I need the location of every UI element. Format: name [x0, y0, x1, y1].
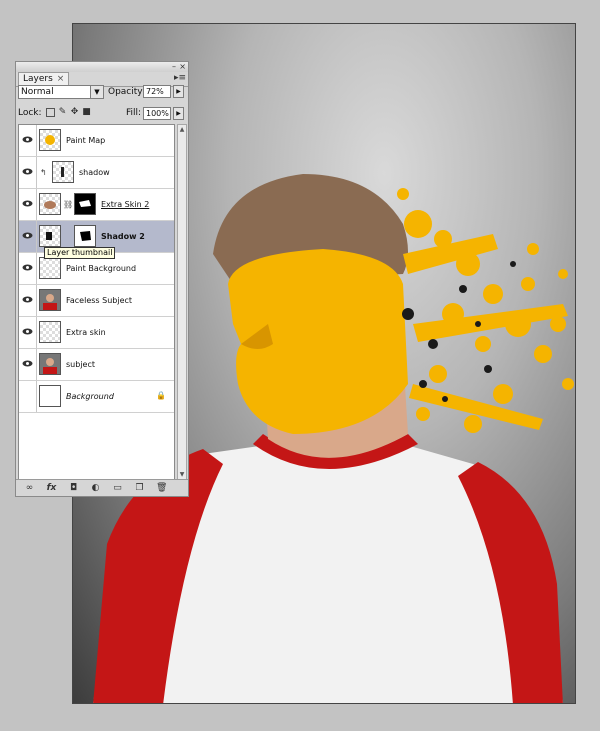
visibility-toggle[interactable] [19, 349, 37, 380]
close-icon[interactable]: × [179, 62, 186, 71]
scroll-up-icon[interactable]: ▲ [178, 125, 186, 134]
lock-all-icon[interactable]: ■ [82, 108, 91, 117]
portrait-thumb-icon [43, 294, 57, 310]
layer-thumbnail[interactable] [39, 289, 61, 311]
layer-row[interactable]: ↰ shadow [19, 157, 174, 189]
layer-thumbnail[interactable] [39, 385, 61, 407]
blend-mode-value: Normal [21, 87, 54, 97]
shadow-thumb-icon [61, 167, 64, 177]
layer-name[interactable]: Extra skin [66, 327, 106, 338]
panel-titlebar[interactable]: – × [16, 62, 188, 72]
lock-image-icon[interactable]: ✎ [58, 108, 67, 117]
shadow-thumb-icon [46, 232, 52, 240]
tooltip: Layer thumbnail [44, 247, 116, 259]
layer-name[interactable]: shadow [79, 167, 110, 178]
skin-thumb-icon [44, 201, 56, 209]
fill-arrow-icon[interactable]: ▶ [173, 107, 184, 120]
layer-list-scrollbar[interactable]: ▲ ▼ [177, 124, 187, 480]
layer-thumbnail[interactable] [39, 193, 61, 215]
layer-name[interactable]: Faceless Subject [66, 295, 132, 306]
layer-row[interactable]: Background 🔒 [19, 381, 174, 413]
visibility-toggle[interactable] [19, 285, 37, 316]
blend-mode-select[interactable]: Normal ▼ [18, 85, 104, 99]
layer-name[interactable]: Paint Background [66, 263, 136, 274]
lock-row: Lock: ✎ ✥ ■ Fill: 100% ▶ [18, 106, 186, 122]
paint-splat-icon [45, 135, 55, 145]
lock-position-icon[interactable]: ✥ [70, 108, 79, 117]
eye-icon[interactable] [22, 328, 33, 335]
eye-icon[interactable] [22, 264, 33, 271]
tab-close-icon[interactable]: × [57, 74, 65, 84]
layer-row[interactable]: ⛓ Extra Skin 2 [19, 189, 174, 221]
link-icon[interactable]: ⛓ [63, 200, 73, 209]
portrait-thumb-icon [43, 358, 57, 374]
layer-thumbnail[interactable] [39, 257, 61, 279]
lock-label: Lock: [18, 108, 42, 118]
eye-icon[interactable] [22, 168, 33, 175]
lock-transparency-icon[interactable] [46, 108, 55, 117]
visibility-toggle[interactable] [19, 381, 37, 412]
layer-row[interactable]: Extra skin [19, 317, 174, 349]
new-layer-icon[interactable]: ❐ [134, 483, 145, 493]
layer-thumbnail[interactable] [52, 161, 74, 183]
tab-layers-label: Layers [23, 74, 53, 84]
layer-row[interactable]: Faceless Subject [19, 285, 174, 317]
panel-menu-icon[interactable]: ▸≡ [174, 72, 186, 84]
eye-icon[interactable] [22, 296, 33, 303]
visibility-toggle[interactable] [19, 189, 37, 220]
add-mask-icon[interactable]: ◘ [68, 483, 79, 493]
blend-row: Normal ▼ Opacity: 72% ▶ [18, 85, 186, 102]
mask-shape-icon [79, 200, 91, 207]
layers-panel: – × Layers × ▸≡ Normal ▼ Opacity: 72% ▶ L… [15, 61, 189, 497]
layer-name[interactable]: subject [66, 359, 95, 370]
chevron-down-icon[interactable]: ▼ [90, 86, 103, 98]
folder-icon[interactable]: ▭ [112, 483, 123, 493]
layer-thumbnail[interactable] [39, 225, 61, 247]
layer-row[interactable]: Paint Map [19, 125, 174, 157]
opacity-arrow-icon[interactable]: ▶ [173, 85, 184, 98]
eye-icon[interactable] [22, 360, 33, 367]
lock-icon: 🔒 [156, 391, 166, 400]
layer-mask-thumbnail[interactable] [74, 193, 96, 215]
panel-bottom-bar: ∞ fx ◘ ◐ ▭ ❐ 🗑 [16, 479, 188, 496]
layer-row[interactable]: subject [19, 349, 174, 381]
visibility-toggle[interactable] [19, 317, 37, 348]
minimize-icon[interactable]: – [172, 62, 176, 71]
layer-thumbnail[interactable] [39, 129, 61, 151]
layer-name[interactable]: Paint Map [66, 135, 105, 146]
eye-icon[interactable] [22, 232, 33, 239]
eye-icon[interactable] [22, 200, 33, 207]
clipping-arrow-icon: ↰ [40, 168, 47, 177]
layer-thumbnail[interactable] [39, 353, 61, 375]
layer-name[interactable]: Extra Skin 2 [101, 199, 149, 210]
visibility-toggle[interactable] [19, 157, 37, 188]
layer-name[interactable]: Background [66, 391, 114, 402]
fill-label: Fill: [126, 108, 142, 118]
visibility-toggle[interactable] [19, 253, 37, 284]
link-layers-icon[interactable]: ∞ [24, 483, 35, 493]
mask-shape-icon [80, 231, 91, 241]
opacity-field[interactable]: 72% [143, 85, 171, 98]
trash-icon[interactable]: 🗑 [156, 483, 167, 493]
adjustment-layer-icon[interactable]: ◐ [90, 483, 101, 493]
layer-mask-thumbnail[interactable] [74, 225, 96, 247]
eye-icon[interactable] [22, 136, 33, 143]
fill-field[interactable]: 100% [143, 107, 171, 120]
opacity-label: Opacity: [108, 87, 145, 97]
fx-icon[interactable]: fx [46, 483, 57, 493]
scroll-down-icon[interactable]: ▼ [178, 470, 186, 479]
layer-thumbnail[interactable] [39, 321, 61, 343]
layer-list: Paint Map ↰ shadow ⛓ Extra Skin 2 Shadow… [18, 124, 175, 480]
visibility-toggle[interactable] [19, 221, 37, 252]
visibility-toggle[interactable] [19, 125, 37, 156]
tab-layers[interactable]: Layers × [18, 72, 70, 86]
layer-name[interactable]: Shadow 2 [101, 231, 145, 242]
